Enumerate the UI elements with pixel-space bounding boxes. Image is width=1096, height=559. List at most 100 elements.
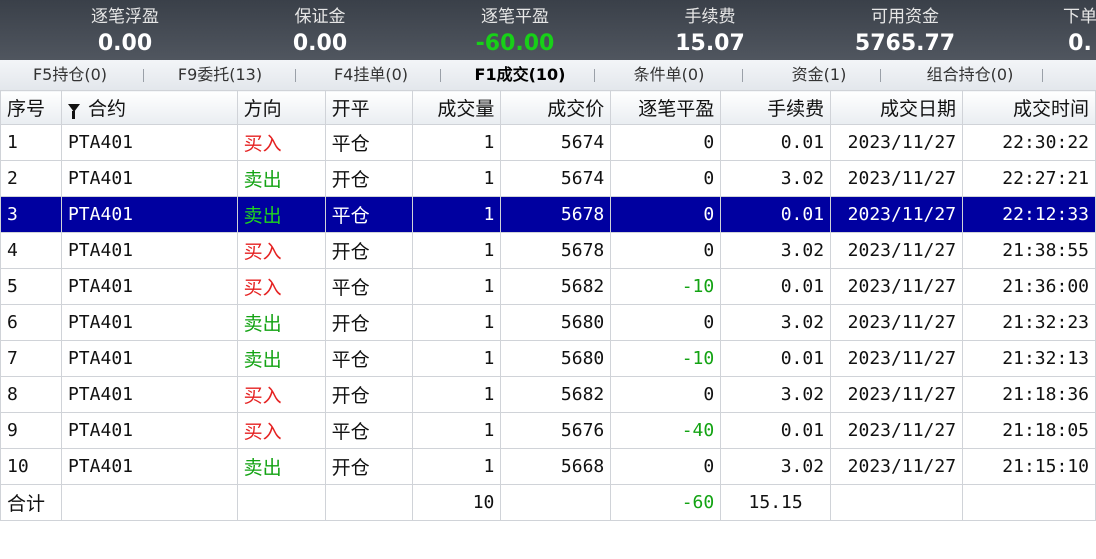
cell-fee: 3.02 <box>720 304 832 341</box>
summary-value: -60.00 <box>475 31 555 56</box>
summary-cell: 可用资金 5765.77 <box>830 0 980 60</box>
cell-qty: 1 <box>412 412 502 449</box>
cell-price: 5678 <box>500 196 612 233</box>
column-header-label: 手续费 <box>767 98 825 120</box>
cell-contract: PTA401 <box>60 304 238 341</box>
cell-fee: 0.01 <box>720 340 832 377</box>
cell-dir: 卖出 <box>236 340 326 377</box>
table-header-row: 序号 合约 方向 开平 成交量 成交价 逐笔平盈 手续费 成交日期 成交时间 <box>0 90 1096 125</box>
table-row[interactable]: 7 PTA401 卖出 平仓 1 5680 -10 0.01 2023/11/27 21:32:1… <box>0 340 1096 377</box>
cell-date: 2023/11/27 <box>830 268 964 305</box>
tab-4[interactable]: 条件单(0) <box>610 60 728 90</box>
column-header[interactable]: 手续费 <box>720 90 832 125</box>
cell-price: 5678 <box>500 232 612 269</box>
cell-contract: PTA401 <box>60 268 238 305</box>
cell-dir: 卖出 <box>236 160 326 197</box>
cell-qty: 1 <box>412 196 502 233</box>
cell-date: 2023/11/27 <box>830 412 964 449</box>
column-header[interactable]: 成交价 <box>500 90 612 125</box>
cell-pnl: -40 <box>610 412 722 449</box>
cell-fee: 3.02 <box>720 160 832 197</box>
table-row[interactable]: 9 PTA401 买入 平仓 1 5676 -40 0.01 2023/11/27 21:18:0… <box>0 412 1096 449</box>
total-cell <box>236 484 326 521</box>
filter-icon[interactable] <box>67 104 80 119</box>
column-header[interactable]: 方向 <box>236 90 326 125</box>
cell-time: 21:32:23 <box>962 304 1096 341</box>
tab-separator <box>1042 69 1043 82</box>
cell-oc: 开仓 <box>324 376 414 413</box>
cell-time: 22:27:21 <box>962 160 1096 197</box>
cell-time: 21:32:13 <box>962 340 1096 377</box>
cell-oc: 开仓 <box>324 448 414 485</box>
tab-3[interactable]: F1成交(10) <box>455 60 585 90</box>
summary-label: 手续费 <box>684 7 736 27</box>
table-row[interactable]: 10 PTA401 卖出 开仓 1 5668 0 3.02 2023/11/27 21:15:10 <box>0 448 1096 485</box>
tab-0[interactable]: F5持仓(0) <box>10 60 130 90</box>
cell-qty: 1 <box>412 268 502 305</box>
cell-contract: PTA401 <box>60 124 238 161</box>
cell-qty: 1 <box>412 160 502 197</box>
tab-1[interactable]: F9委托(13) <box>155 60 285 90</box>
table-row[interactable]: 3 PTA401 卖出 平仓 1 5678 0 0.01 2023/11/27 22:12:33 <box>0 196 1096 233</box>
cell-fee: 3.02 <box>720 376 832 413</box>
table-row[interactable]: 4 PTA401 买入 开仓 1 5678 0 3.02 2023/11/27 21:38:55 <box>0 232 1096 269</box>
tab-bar: F5持仓(0) F9委托(13) F4挂单(0) F1成交(10) 条件单(0) 资金(1… <box>0 60 1096 91</box>
cell-price: 5680 <box>500 340 612 377</box>
total-cell <box>500 484 612 521</box>
column-header[interactable]: 成交量 <box>412 90 502 125</box>
column-header[interactable]: 逐笔平盈 <box>610 90 722 125</box>
cell-no: 7 <box>0 340 62 377</box>
cell-pnl: 0 <box>610 232 722 269</box>
column-header[interactable]: 开平 <box>324 90 414 125</box>
tab-6[interactable]: 组合持仓(0) <box>900 60 1040 90</box>
cell-dir: 买入 <box>236 268 326 305</box>
table-row[interactable]: 1 PTA401 买入 平仓 1 5674 0 0.01 2023/11/27 22:30:22 <box>0 124 1096 161</box>
cell-price: 5668 <box>500 448 612 485</box>
column-header-label: 方向 <box>243 98 282 120</box>
cell-pnl: -10 <box>610 268 722 305</box>
cell-oc: 平仓 <box>324 412 414 449</box>
cell-price: 5680 <box>500 304 612 341</box>
table-row[interactable]: 8 PTA401 买入 开仓 1 5682 0 3.02 2023/11/27 21:18:36 <box>0 376 1096 413</box>
table-row[interactable]: 6 PTA401 卖出 开仓 1 5680 0 3.02 2023/11/27 21:32:23 <box>0 304 1096 341</box>
cell-no: 3 <box>0 196 62 233</box>
column-header[interactable]: 成交时间 <box>962 90 1096 125</box>
column-header-label: 逐笔平盈 <box>638 98 715 120</box>
cell-fee: 0.01 <box>720 412 832 449</box>
cell-dir: 卖出 <box>236 196 326 233</box>
cell-date: 2023/11/27 <box>830 124 964 161</box>
table-row[interactable]: 2 PTA401 卖出 开仓 1 5674 0 3.02 2023/11/27 22:27:21 <box>0 160 1096 197</box>
cell-date: 2023/11/27 <box>830 232 964 269</box>
summary-label: 可用资金 <box>871 7 939 27</box>
column-header[interactable]: 序号 <box>0 90 62 125</box>
total-cell <box>830 484 964 521</box>
cell-pnl: 0 <box>610 448 722 485</box>
cell-time: 21:38:55 <box>962 232 1096 269</box>
tab-2[interactable]: F4挂单(0) <box>312 60 430 90</box>
trades-table: 序号 合约 方向 开平 成交量 成交价 逐笔平盈 手续费 成交日期 成交时间 1 PTA401 买入平… <box>0 90 1096 521</box>
cell-pnl: 0 <box>610 160 722 197</box>
column-header-label: 成交价 <box>547 98 605 120</box>
cell-contract: PTA401 <box>60 412 238 449</box>
total-cell <box>962 484 1096 521</box>
cell-pnl: 0 <box>610 376 722 413</box>
cell-price: 5682 <box>500 268 612 305</box>
summary-label: 逐笔浮盈 <box>91 7 159 27</box>
table-row[interactable]: 5 PTA401 买入 平仓 1 5682 -10 0.01 2023/11/27 21:36:0… <box>0 268 1096 305</box>
cell-fee: 0.01 <box>720 196 832 233</box>
cell-dir: 买入 <box>236 124 326 161</box>
tab-separator <box>880 69 881 82</box>
summary-value: 0.00 <box>97 31 153 56</box>
cell-date: 2023/11/27 <box>830 448 964 485</box>
tab-5[interactable]: 资金(1) <box>770 60 868 90</box>
cell-oc: 平仓 <box>324 124 414 161</box>
cell-pnl: 0 <box>610 304 722 341</box>
column-header-label: 合约 <box>87 98 126 120</box>
cell-no: 1 <box>0 124 62 161</box>
column-header-label: 序号 <box>7 98 46 120</box>
summary-label: 逐笔平盈 <box>481 7 549 27</box>
column-header[interactable]: 合约 <box>60 90 238 125</box>
cell-oc: 开仓 <box>324 232 414 269</box>
cell-date: 2023/11/27 <box>830 340 964 377</box>
column-header[interactable]: 成交日期 <box>830 90 964 125</box>
